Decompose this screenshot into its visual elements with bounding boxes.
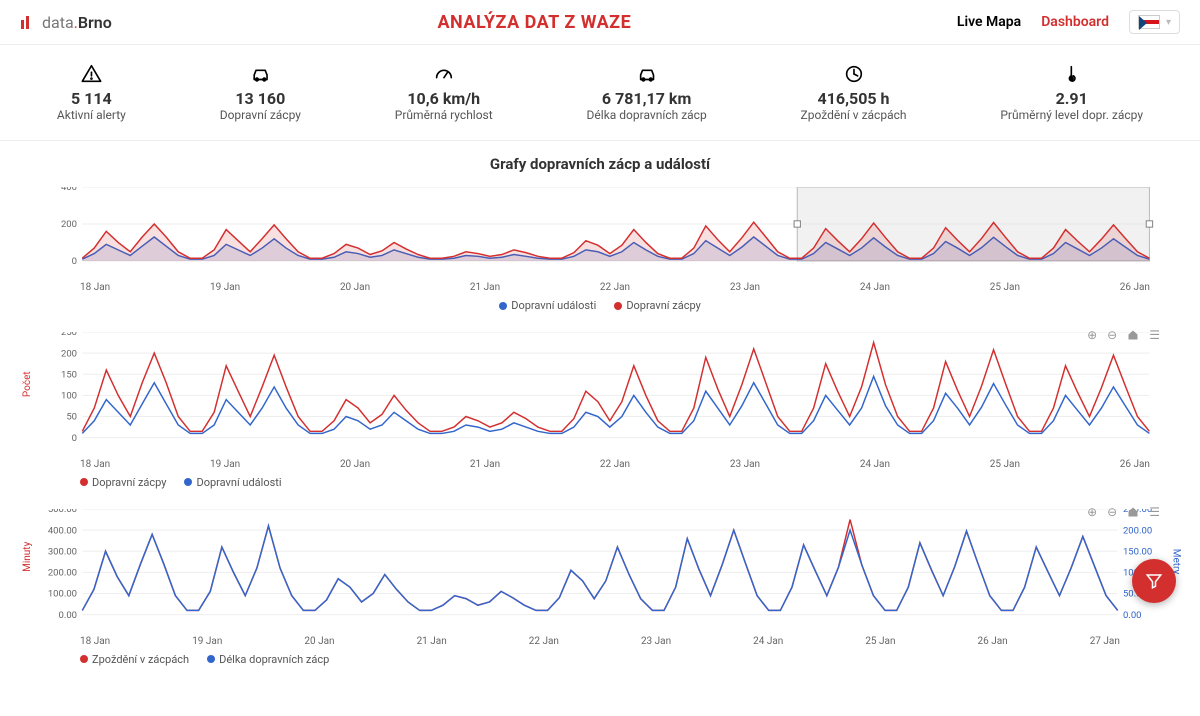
- svg-text:200: 200: [61, 219, 77, 230]
- y-axis-label: Počet: [22, 372, 33, 398]
- legend-item[interactable]: Dopravní zácpy: [614, 299, 700, 312]
- brand-suffix: Brno: [78, 13, 112, 32]
- flag-czech-icon: [1138, 15, 1160, 29]
- top-nav: Live Mapa Dashboard ▾: [957, 10, 1180, 34]
- app-header: data.Brno ANALÝZA DAT Z WAZE Live Mapa D…: [0, 0, 1200, 44]
- chart-legend: Dopravní zácpy Dopravní události: [40, 476, 1160, 489]
- legend-item[interactable]: Dopravní události: [499, 299, 596, 312]
- svg-text:0.00: 0.00: [1123, 610, 1142, 621]
- language-select[interactable]: ▾: [1129, 10, 1180, 34]
- stat-label: Průměrný level dopr. zácpy: [1000, 108, 1143, 122]
- zoom-in-icon[interactable]: ⊕: [1087, 505, 1097, 519]
- home-icon[interactable]: [1127, 506, 1139, 518]
- svg-text:500.00: 500.00: [48, 509, 77, 515]
- menu-icon[interactable]: ☰: [1149, 328, 1160, 342]
- x-axis-ticks: 18 Jan19 Jan20 Jan21 Jan22 Jan23 Jan24 J…: [40, 282, 1160, 293]
- nav-live-mapa[interactable]: Live Mapa: [957, 14, 1021, 30]
- chart-2: ⊕ ⊖ ☰ Počet05010015020025018 Jan19 Jan20…: [40, 332, 1160, 489]
- stat-value: 2.91: [1000, 89, 1143, 108]
- svg-text:0: 0: [72, 433, 77, 444]
- svg-text:0.00: 0.00: [58, 610, 77, 621]
- zoom-out-icon[interactable]: ⊖: [1107, 328, 1117, 342]
- chart-svg[interactable]: 0.00100.00200.00300.00400.00500.000.0050…: [40, 509, 1160, 636]
- svg-text:200: 200: [61, 348, 77, 359]
- stat-label: Aktivní alerty: [57, 108, 126, 122]
- clock-icon: [801, 63, 907, 85]
- svg-text:400.00: 400.00: [48, 525, 77, 536]
- stat-card: 2.91 Průměrný level dopr. zácpy: [1000, 63, 1143, 122]
- charts-container: 0 200 400 18 Jan19 Jan20 Jan21 Jan22 Jan23 …: [0, 187, 1200, 716]
- legend-item[interactable]: Délka dopravních zácp: [207, 653, 329, 666]
- stat-value: 13 160: [220, 89, 301, 108]
- legend-item[interactable]: Dopravní události: [184, 476, 281, 489]
- stat-label: Zpoždění v zácpách: [801, 108, 907, 122]
- chart-svg[interactable]: 0 50 100 150 200 250: [40, 332, 1160, 459]
- filter-fab[interactable]: [1132, 559, 1176, 603]
- stat-label: Průměrná rychlost: [395, 108, 493, 122]
- brand-prefix: data: [42, 13, 74, 32]
- chart-3: ⊕ ⊖ ☰ MinutyMetry0.00100.00200.00300.004…: [40, 509, 1160, 666]
- stat-card: 10,6 km/h Průměrná rychlost: [395, 63, 493, 122]
- chart-legend: Dopravní události Dopravní zácpy: [40, 299, 1160, 312]
- svg-text:400: 400: [61, 187, 77, 193]
- x-axis-ticks: 18 Jan19 Jan20 Jan21 Jan22 Jan23 Jan24 J…: [40, 636, 1160, 647]
- svg-text:100: 100: [61, 391, 77, 402]
- legend-item[interactable]: Dopravní zácpy: [80, 476, 166, 489]
- chart-toolbar: ⊕ ⊖ ☰: [1087, 328, 1160, 342]
- stat-value: 6 781,17 km: [587, 89, 707, 108]
- logo[interactable]: data.Brno: [20, 13, 112, 32]
- stat-value: 10,6 km/h: [395, 89, 493, 108]
- svg-text:300.00: 300.00: [48, 546, 77, 557]
- page-title: ANALÝZA DAT Z WAZE: [437, 12, 631, 33]
- chart-1: 0 200 400 18 Jan19 Jan20 Jan21 Jan22 Jan23 …: [40, 187, 1160, 312]
- svg-text:0: 0: [72, 256, 77, 267]
- svg-text:150.00: 150.00: [1123, 546, 1152, 557]
- stats-row: 5 114 Aktivní alerty 13 160 Dopravní zác…: [0, 44, 1200, 141]
- logo-bars-icon: [20, 14, 36, 30]
- stat-value: 5 114: [57, 89, 126, 108]
- chevron-down-icon: ▾: [1166, 17, 1171, 28]
- y-axis-label: Minuty: [22, 542, 33, 572]
- thermometer-icon: [1000, 63, 1143, 85]
- funnel-icon: [1132, 572, 1176, 590]
- chart-svg[interactable]: 0 200 400: [40, 187, 1160, 282]
- stat-value: 416,505 h: [801, 89, 907, 108]
- svg-text:50: 50: [66, 412, 77, 423]
- zoom-out-icon[interactable]: ⊖: [1107, 505, 1117, 519]
- stat-card: 6 781,17 km Délka dopravních zácp: [587, 63, 707, 122]
- legend-item[interactable]: Zpoždění v zácpách: [80, 653, 189, 666]
- stat-card: 13 160 Dopravní zácpy: [220, 63, 301, 122]
- car-icon: [220, 63, 301, 85]
- home-icon[interactable]: [1127, 329, 1139, 341]
- stat-label: Délka dopravních zácp: [587, 108, 707, 122]
- chart-toolbar: ⊕ ⊖ ☰: [1087, 505, 1160, 519]
- zoom-in-icon[interactable]: ⊕: [1087, 328, 1097, 342]
- svg-text:200.00: 200.00: [1123, 525, 1152, 536]
- warning-icon: [57, 63, 126, 85]
- menu-icon[interactable]: ☰: [1149, 505, 1160, 519]
- car-icon: [587, 63, 707, 85]
- stat-label: Dopravní zácpy: [220, 108, 301, 122]
- stat-card: 416,505 h Zpoždění v zácpách: [801, 63, 907, 122]
- x-axis-ticks: 18 Jan19 Jan20 Jan21 Jan22 Jan23 Jan24 J…: [40, 459, 1160, 470]
- section-title: Grafy dopravních zácp a událostí: [0, 141, 1200, 187]
- svg-text:250: 250: [61, 332, 77, 338]
- svg-text:200.00: 200.00: [48, 567, 77, 578]
- svg-text:100.00: 100.00: [48, 589, 77, 600]
- svg-text:150: 150: [61, 370, 77, 381]
- chart-legend: Zpoždění v zácpách Délka dopravních zácp: [40, 653, 1160, 666]
- nav-dashboard[interactable]: Dashboard: [1041, 14, 1109, 30]
- speed-icon: [395, 63, 493, 85]
- stat-card: 5 114 Aktivní alerty: [57, 63, 126, 122]
